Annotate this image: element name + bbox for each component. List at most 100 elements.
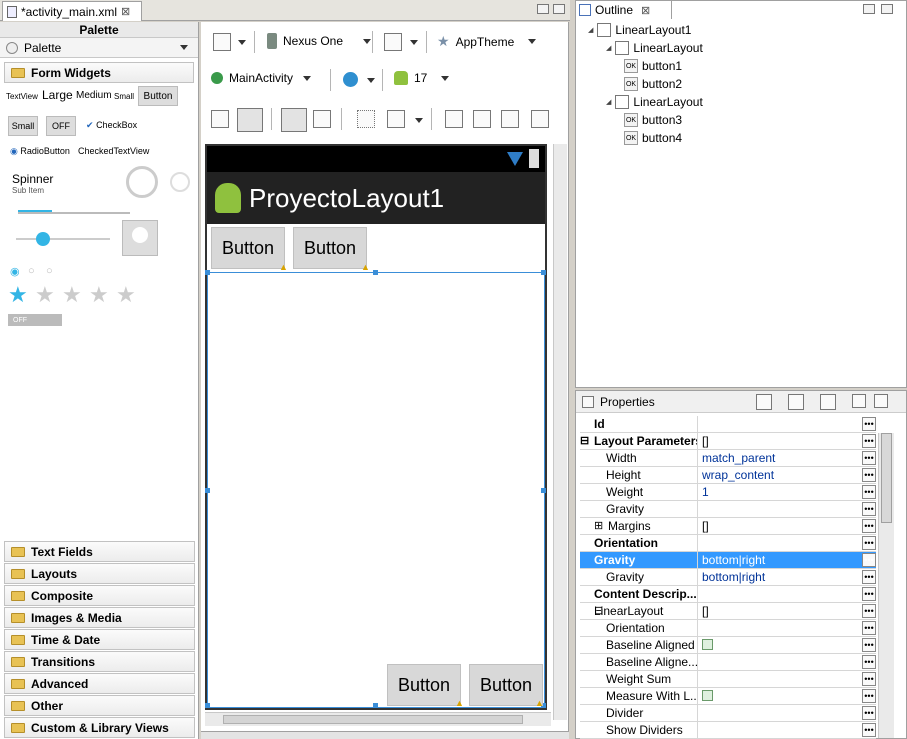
ellipsis-button[interactable]: ••• bbox=[862, 553, 876, 567]
widget-small[interactable]: Small bbox=[114, 92, 134, 101]
property-value[interactable] bbox=[700, 501, 860, 518]
chevron-down-icon[interactable] bbox=[238, 40, 246, 45]
selected-linearlayout[interactable] bbox=[205, 270, 546, 708]
resize-handle[interactable] bbox=[541, 270, 546, 275]
property-value[interactable] bbox=[700, 637, 860, 654]
minimize-button[interactable] bbox=[863, 4, 875, 14]
ellipsis-button[interactable]: ••• bbox=[862, 621, 876, 635]
advanced-icon[interactable] bbox=[820, 394, 836, 410]
outline-node[interactable]: OK button3 bbox=[624, 113, 682, 127]
ellipsis-button[interactable]: ••• bbox=[862, 468, 876, 482]
rotate-icon[interactable] bbox=[384, 33, 402, 51]
baseline-icon[interactable] bbox=[531, 110, 549, 128]
ellipsis-button[interactable]: ••• bbox=[862, 417, 876, 431]
category-item[interactable]: Layouts bbox=[4, 563, 195, 584]
resize-handle[interactable] bbox=[205, 703, 210, 708]
scroll-thumb[interactable] bbox=[881, 433, 892, 523]
outline-node[interactable]: ◢ LinearLayout1 bbox=[588, 23, 691, 37]
radio-empty-icon[interactable]: ○ bbox=[28, 265, 35, 277]
property-row[interactable]: Id ••• bbox=[580, 416, 876, 433]
ellipsis-button[interactable]: ••• bbox=[862, 655, 876, 669]
resize-handle[interactable] bbox=[205, 270, 210, 275]
category-item[interactable]: Composite bbox=[4, 585, 195, 606]
close-icon[interactable]: ⊠ bbox=[121, 5, 130, 18]
property-row[interactable]: Width match_parent ••• bbox=[580, 450, 876, 467]
radio-selected-icon[interactable]: ◉ bbox=[10, 265, 20, 278]
button3[interactable]: Button bbox=[387, 664, 461, 706]
sort-az-icon[interactable] bbox=[788, 394, 804, 410]
property-value[interactable]: match_parent bbox=[700, 450, 860, 467]
expander-icon[interactable]: ⊞ bbox=[594, 518, 603, 534]
collapse-all-icon[interactable] bbox=[874, 394, 888, 408]
widget-large[interactable]: Large bbox=[42, 88, 73, 102]
ellipsis-button[interactable]: ••• bbox=[862, 604, 876, 618]
progress-horizontal[interactable] bbox=[18, 210, 130, 214]
expand-all-icon[interactable] bbox=[852, 394, 866, 408]
ellipsis-button[interactable]: ••• bbox=[862, 434, 876, 448]
outline-node[interactable]: ◢ LinearLayout bbox=[606, 95, 703, 109]
palette-dropdown[interactable]: Palette bbox=[0, 38, 198, 58]
resize-handle[interactable] bbox=[205, 488, 210, 493]
property-row[interactable]: Measure With L... ••• bbox=[580, 688, 876, 705]
scroll-thumb[interactable] bbox=[223, 715, 523, 724]
assign-weight-icon[interactable] bbox=[501, 110, 519, 128]
ellipsis-button[interactable]: ••• bbox=[862, 689, 876, 703]
fill-width-icon[interactable] bbox=[281, 108, 307, 132]
checkbox-icon[interactable] bbox=[702, 639, 713, 650]
ellipsis-button[interactable]: ••• bbox=[862, 519, 876, 533]
ellipsis-button[interactable]: ••• bbox=[862, 502, 876, 516]
minimize-button[interactable] bbox=[537, 4, 549, 14]
widget-checkedtextview[interactable]: CheckedTextView bbox=[78, 146, 149, 156]
expander-icon[interactable]: ⊟ bbox=[580, 433, 589, 449]
expander-icon[interactable]: ⊟ bbox=[594, 603, 603, 619]
bottom-tabs[interactable] bbox=[201, 731, 569, 739]
star-filled-icon[interactable]: ★ bbox=[8, 282, 28, 308]
vertical-scrollbar[interactable] bbox=[553, 144, 567, 720]
radio-empty-icon[interactable]: ○ bbox=[46, 265, 53, 277]
resize-handle[interactable] bbox=[373, 703, 378, 708]
config-icon[interactable] bbox=[213, 33, 231, 51]
property-row[interactable]: Height wrap_content ••• bbox=[580, 467, 876, 484]
property-row[interactable]: ⊞ Margins [] ••• bbox=[580, 518, 876, 535]
property-value[interactable]: bottom|right bbox=[700, 552, 860, 569]
chevron-down-icon[interactable] bbox=[410, 40, 418, 45]
property-row[interactable]: Show Dividers ••• bbox=[580, 722, 876, 739]
property-row[interactable]: Divider ••• bbox=[580, 705, 876, 722]
star-empty-icon[interactable]: ★ bbox=[89, 282, 109, 308]
category-item[interactable]: Advanced bbox=[4, 673, 195, 694]
property-value[interactable] bbox=[700, 654, 860, 671]
api-level-dropdown[interactable]: 17 bbox=[394, 71, 450, 85]
quickcontactbadge-icon[interactable] bbox=[122, 220, 158, 256]
widget-medium[interactable]: Medium bbox=[76, 90, 112, 101]
widget-checkbox[interactable]: ✔ CheckBox bbox=[86, 120, 137, 131]
property-value[interactable]: bottom|right bbox=[700, 569, 860, 586]
maximize-button[interactable] bbox=[553, 4, 565, 14]
maximize-button[interactable] bbox=[881, 4, 893, 14]
category-item[interactable]: Custom & Library Views bbox=[4, 717, 195, 738]
properties-scrollbar[interactable] bbox=[878, 433, 894, 738]
category-item[interactable]: Other bbox=[4, 695, 195, 716]
distribute-weights-icon[interactable] bbox=[445, 110, 463, 128]
ellipsis-button[interactable]: ••• bbox=[862, 485, 876, 499]
widget-button[interactable]: Button bbox=[138, 86, 178, 106]
property-value[interactable] bbox=[700, 620, 860, 637]
progress-small-icon[interactable] bbox=[170, 172, 190, 192]
property-row[interactable]: ⊟ Layout Parameters [] ••• bbox=[580, 433, 876, 450]
show-margins-icon[interactable] bbox=[357, 110, 375, 128]
widget-small-button[interactable]: Small bbox=[8, 116, 38, 136]
property-value[interactable] bbox=[700, 671, 860, 688]
close-icon[interactable]: ⊠ bbox=[641, 4, 650, 17]
property-row[interactable]: Orientation ••• bbox=[580, 620, 876, 637]
category-item[interactable]: Transitions bbox=[4, 651, 195, 672]
property-row[interactable]: Orientation ••• bbox=[580, 535, 876, 552]
outline-tab[interactable]: Outline ⊠ bbox=[576, 1, 672, 19]
expander-icon[interactable]: ◢ bbox=[606, 98, 611, 106]
property-value[interactable]: wrap_content bbox=[700, 467, 860, 484]
star-empty-icon[interactable]: ★ bbox=[62, 282, 82, 308]
globe-icon[interactable] bbox=[343, 72, 358, 87]
widget-radiobutton[interactable]: ◉ RadioButton bbox=[10, 146, 70, 157]
button1[interactable]: Button bbox=[211, 227, 285, 269]
chevron-down-icon[interactable] bbox=[415, 118, 423, 123]
property-value[interactable]: 1 bbox=[700, 484, 860, 501]
ellipsis-button[interactable]: ••• bbox=[862, 638, 876, 652]
